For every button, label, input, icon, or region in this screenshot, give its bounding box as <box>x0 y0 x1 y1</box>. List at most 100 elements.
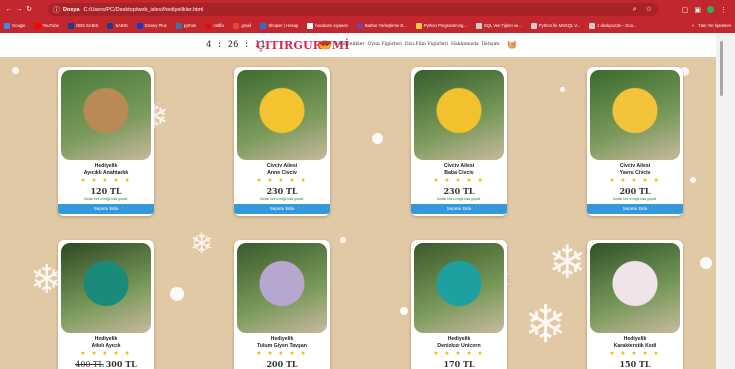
bookmark-favicon-icon <box>175 22 182 29</box>
bookmark-favicon-icon <box>260 22 267 29</box>
product-card[interactable]: Civciv Ailesi Yavru Civciv ★ ★ ★ ★ ★ 200 TL… <box>587 67 683 216</box>
bookmarks-bar: Google YouTube OBS SABIS SABIS Disney Plus py… <box>0 20 735 31</box>
sidepanel-icon[interactable]: ▣ <box>694 6 701 14</box>
product-photo <box>237 70 327 160</box>
bookmark-item[interactable]: netflix <box>205 22 224 29</box>
extensions-icon[interactable]: ▢ <box>682 6 689 14</box>
bookmark-favicon-icon <box>307 22 314 29</box>
product-price: 400 TL 300 TL <box>58 359 154 369</box>
product-rating: ★ ★ ★ ★ ★ <box>433 351 485 357</box>
shipping-note: Kartlar kırıl in bağlı kala güçakl. <box>83 197 129 201</box>
bookmark-label: z deskpuzzle - Goo... <box>597 23 637 28</box>
back-icon[interactable]: ← <box>4 4 14 16</box>
bookmarks-overflow-button[interactable]: » <box>692 23 694 28</box>
snow-dot <box>170 287 184 301</box>
snow-dot <box>12 67 19 74</box>
product-card[interactable]: Civciv Ailesi Baba Civciv ★ ★ ★ ★ ★ 230 TL K… <box>411 67 507 216</box>
all-bookmarks-folder[interactable]: Tüm Yer İşaretleri <box>698 23 731 28</box>
snowflake-icon: ❄ <box>524 295 568 355</box>
bookmark-item[interactable]: z deskpuzzle - Goo... <box>589 22 637 29</box>
bookmark-item[interactable]: Disney Plus <box>136 22 167 29</box>
product-card[interactable]: Hediyelik Ayıcıklı Anahtarlık ★ ★ ★ ★ ★ 120… <box>58 67 154 216</box>
product-card[interactable]: Hediyelik Tulum Giyen Tavşan ★ ★ ★ ★ ★ 200 … <box>234 240 330 369</box>
bookmark-item[interactable]: Shopier | Hesap <box>260 22 299 29</box>
product-rating: ★ ★ ★ ★ ★ <box>609 351 661 357</box>
bookmark-item[interactable]: SQL Veri Tipleri ve... <box>475 22 522 29</box>
product-current-price: 230 TL <box>266 186 298 196</box>
product-name: Baba Civciv <box>444 170 474 176</box>
product-photo <box>61 70 151 160</box>
address-bar[interactable]: ⓘ Dosya C:/Users/PC/Desktop/web_islevi/h… <box>48 3 658 16</box>
forward-icon[interactable]: → <box>14 4 24 16</box>
bookmark-item[interactable]: gmail <box>233 22 251 29</box>
bookmark-favicon-icon <box>34 22 41 29</box>
product-photo <box>414 243 504 333</box>
add-to-cart-button[interactable]: Sepete Ekle <box>587 204 683 214</box>
profile-icon[interactable] <box>707 6 714 13</box>
info-icon[interactable]: ⓘ <box>53 5 60 15</box>
product-current-price: 200 TL <box>266 359 298 369</box>
add-to-cart-button[interactable]: Sepete Ekle <box>234 204 330 214</box>
nav-link[interactable]: Oyun Figürleri <box>368 42 402 47</box>
bookmark-item[interactable]: hocaların siyasetı <box>307 22 348 29</box>
bookmark-item[interactable]: YouTube <box>34 22 59 29</box>
nav-link[interactable]: Hediyelikler <box>336 42 365 47</box>
menu-icon[interactable]: ⋮ <box>720 6 727 14</box>
product-card[interactable]: Civciv Ailesi Anne Civciv ★ ★ ★ ★ ★ 230 TL K… <box>234 67 330 216</box>
product-name: Denizkızı Unicorn <box>437 343 481 349</box>
bookmark-item[interactable]: python <box>175 22 196 29</box>
star-icon[interactable]: ☆ <box>646 3 652 16</box>
product-photo <box>590 243 680 333</box>
product-card[interactable]: Hediyelik Atkılı Ayıcık ★ ★ ★ ★ ★ 400 TL 300… <box>58 240 154 369</box>
address-row: ← → ↻ ⓘ Dosya C:/Users/PC/Desktop/web_is… <box>0 2 735 17</box>
bookmark-item[interactable]: Python İle MSSQL V... <box>530 22 581 29</box>
product-category: Hediyelik <box>270 336 294 342</box>
snowflake-icon: ❄ <box>190 227 214 260</box>
product-rating: ★ ★ ★ ★ ★ <box>433 178 485 184</box>
product-current-price: 230 TL <box>443 186 475 196</box>
scrollbar[interactable] <box>716 33 735 369</box>
browser-toolbar: ← → ↻ ⓘ Dosya C:/Users/PC/Desktop/web_is… <box>0 0 735 33</box>
bookmark-label: Python İle MSSQL V... <box>538 23 581 28</box>
shipping-note: Kartlar kırıl in bağlı kala güçakl. <box>612 197 658 201</box>
bookmark-favicon-icon <box>233 22 240 29</box>
bookmark-item[interactable]: Barber Yerleştirme B... <box>356 22 407 29</box>
product-category: Hediyelik <box>94 163 118 169</box>
bookmark-label: Google <box>12 23 26 28</box>
main-nav: Hediyelikler Oyun Figürleri Dizi-Film Figü… <box>336 42 499 47</box>
product-price: 200 TL <box>587 186 683 196</box>
basket-icon[interactable]: 🧺 <box>507 40 517 49</box>
shipping-note: Kartlar kırıl in bağlı kala güçakl. <box>436 197 482 201</box>
bookmark-item[interactable]: OBS SABIS <box>67 22 98 29</box>
product-area: ❄ ❄ ❄ ❄ ❄ ❄ HediyelikAyıcıklı Anahtarlık… <box>0 57 716 369</box>
product-current-price: 300 TL <box>105 359 137 369</box>
zoom-icon[interactable]: ⌕ <box>633 3 637 16</box>
bookmark-item[interactable]: Python Programmıng... <box>415 22 467 29</box>
product-category: Hediyelik <box>94 336 118 342</box>
reload-icon[interactable]: ↻ <box>24 4 34 16</box>
chick-mascot-icon <box>318 40 332 50</box>
product-price: 170 TL <box>411 359 507 369</box>
nav-link[interactable]: Dizi-Film Figürleri <box>405 42 448 47</box>
bookmark-favicon-icon <box>589 22 596 29</box>
add-to-cart-button[interactable]: Sepete Ekle <box>411 204 507 214</box>
product-name: Atkılı Ayıcık <box>91 343 121 349</box>
product-current-price: 120 TL <box>90 186 122 196</box>
nav-link[interactable]: İletişim <box>482 42 500 47</box>
nav-link[interactable]: Hakkımızda <box>451 42 479 47</box>
product-card[interactable]: Hediyelik Denizkızı Unicorn ★ ★ ★ ★ ★ 170 T… <box>411 240 507 369</box>
product-name: Karakterstik Kedi <box>613 343 657 349</box>
bookmark-label: Shopier | Hesap <box>268 23 299 28</box>
address-path: C:/Users/PC/Desktop/web_islevi/hediyelik… <box>83 6 204 13</box>
product-card[interactable]: Hediyelik Karakterstik Kedi ★ ★ ★ ★ ★ 150 T… <box>587 240 683 369</box>
bookmark-item[interactable]: SABIS <box>107 22 128 29</box>
scrollbar-thumb[interactable] <box>720 41 723 96</box>
product-photo <box>237 243 327 333</box>
bookmark-favicon-icon <box>136 22 143 29</box>
product-rating: ★ ★ ★ ★ ★ <box>256 178 308 184</box>
snow-dot <box>400 307 408 315</box>
bookmark-label: SABIS <box>115 23 128 28</box>
product-name: Ayıcıklı Anahtarlık <box>83 170 129 176</box>
bookmark-item[interactable]: Google <box>4 22 26 29</box>
add-to-cart-button[interactable]: Sepete Ekle <box>58 204 154 214</box>
